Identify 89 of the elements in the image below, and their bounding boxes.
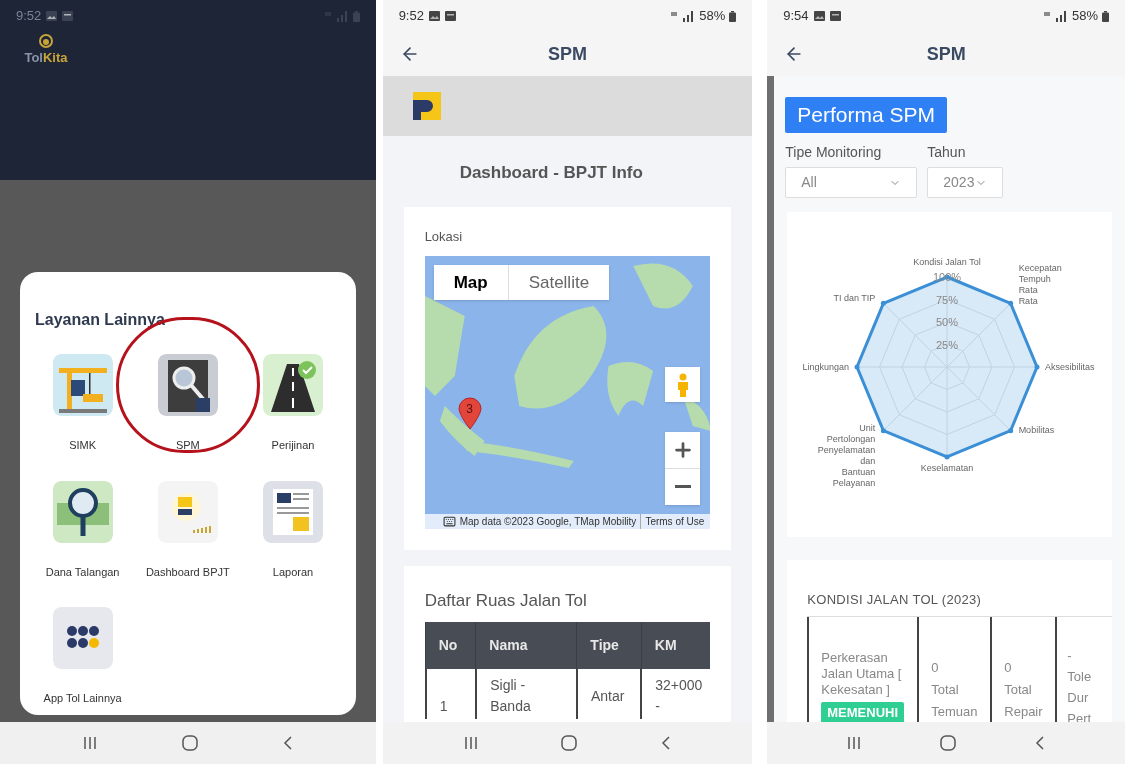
table-cell-text: Antar	[590, 687, 625, 706]
service-label[interactable]: Dana Talangan	[45, 563, 120, 580]
column-header: No	[424, 621, 476, 669]
axis-label: Keselamatan	[921, 463, 974, 473]
axis-label: Kecepatan Tempuh Rata Rata	[1018, 263, 1062, 307]
table-cell-text: 0	[931, 658, 940, 677]
signal-icon	[1044, 10, 1068, 22]
terms-link[interactable]: Terms of Use	[640, 514, 705, 529]
column-header: KM	[640, 621, 711, 669]
ministry-logo-icon	[412, 92, 441, 120]
battery-percent: 58%	[1072, 7, 1098, 26]
table-cell-text: Sigli - Banda	[490, 675, 532, 716]
column-header: Tipe	[576, 621, 641, 669]
service-label[interactable]: Dashboard BPJT	[145, 563, 230, 580]
map-type-button[interactable]: Map	[433, 265, 508, 300]
header-title: SPM	[547, 42, 587, 66]
page-title: Dashboard - BPJT Info	[459, 162, 644, 184]
table-cell-text: Total Temuan	[931, 680, 979, 721]
status-time: 9:54	[783, 7, 809, 26]
table-cell-text: 32+000 -	[655, 675, 703, 716]
filter-label: Tahun	[927, 143, 967, 162]
map-type-button[interactable]: Satellite	[507, 265, 610, 300]
service-label[interactable]: App Tol Lainnya	[43, 690, 122, 707]
dashboard-tile-icon	[157, 480, 218, 543]
recent-apps-icon[interactable]	[464, 736, 479, 750]
filter-select[interactable]: 2023	[927, 167, 1004, 198]
service-label[interactable]: Perijinan	[271, 437, 315, 454]
gallery-icon	[46, 11, 58, 21]
table-cell-text: Pert	[1067, 709, 1093, 722]
apps-grid-tile-icon	[52, 607, 113, 669]
column-header: Nama	[475, 621, 577, 669]
table-cell-text: Total Repair	[1004, 680, 1044, 721]
card-title: KONDISI JALAN TOL (2023)	[807, 591, 983, 609]
back-icon[interactable]	[1035, 736, 1046, 750]
axis-label: Mobilitas	[1018, 424, 1055, 435]
status-badge: MEMENUHI	[821, 701, 905, 722]
magnifier-tile-icon	[157, 354, 218, 416]
home-icon[interactable]	[940, 735, 957, 751]
status-time: 9:52	[16, 7, 42, 26]
back-icon[interactable]	[283, 736, 293, 750]
map-attribution: Map data ©2023 Google, TMap Mobility	[459, 515, 637, 529]
filter-select[interactable]: All	[785, 167, 918, 198]
back-icon[interactable]	[660, 736, 671, 750]
message-icon	[62, 11, 74, 21]
signal-icon	[324, 10, 349, 22]
table-cell-text: Tole	[1067, 667, 1093, 686]
table-cell-text: 0	[1004, 658, 1013, 677]
section-badge: Performa SPM	[785, 97, 947, 133]
battery-icon	[352, 10, 360, 22]
app-logo: TolKita	[22, 34, 70, 65]
axis-label: Unit Pertolongan Penyelamatan dan Bantuan Pelayanan	[818, 422, 876, 488]
gallery-icon	[428, 11, 440, 21]
minus-icon	[674, 485, 691, 488]
message-icon	[829, 11, 841, 21]
home-icon[interactable]	[561, 735, 578, 751]
crane-tile-icon	[52, 354, 113, 416]
recent-apps-icon[interactable]	[82, 736, 97, 750]
table-cell-text: -	[1067, 646, 1073, 665]
axis-tick-label: 25%	[936, 338, 959, 351]
battery-percent: 58%	[699, 7, 726, 26]
service-label[interactable]: Laporan	[272, 563, 314, 580]
battery-icon	[1102, 10, 1109, 22]
table-cell-text: Perkerasan Jalan Utama [ Kekesatan ]	[821, 649, 903, 698]
header-title: SPM	[926, 42, 966, 66]
signal-icon	[671, 10, 696, 22]
card-title: Daftar Ruas Jalan Tol	[424, 590, 588, 612]
keyboard-icon[interactable]	[442, 515, 456, 528]
road-tile-icon	[263, 354, 323, 416]
axis-tick-label: 50%	[936, 316, 959, 328]
gallery-icon	[813, 11, 825, 21]
service-label[interactable]: SIMK	[69, 437, 97, 454]
money-tile-icon	[52, 480, 113, 543]
service-label[interactable]: SPM	[175, 437, 200, 454]
axis-tick-label: 75%	[936, 293, 959, 306]
battery-icon	[729, 10, 737, 22]
recent-apps-icon[interactable]	[846, 736, 861, 750]
status-time: 9:52	[398, 7, 424, 26]
axis-label: Aksesibilitas	[1045, 362, 1095, 372]
filter-label: Tipe Monitoring	[785, 143, 883, 162]
axis-label: Kondisi Jalan Tol	[913, 257, 981, 267]
table-cell-text: 1	[439, 696, 448, 716]
document-tile-icon	[263, 480, 323, 543]
person-icon	[675, 372, 690, 397]
axis-label: Lingkungan	[802, 362, 850, 372]
axis-label: TI dan TIP	[833, 293, 876, 304]
card-title: Lokasi	[424, 227, 464, 246]
home-icon[interactable]	[181, 735, 198, 751]
message-icon	[444, 11, 456, 21]
table-cell-text: Dur	[1067, 688, 1090, 707]
